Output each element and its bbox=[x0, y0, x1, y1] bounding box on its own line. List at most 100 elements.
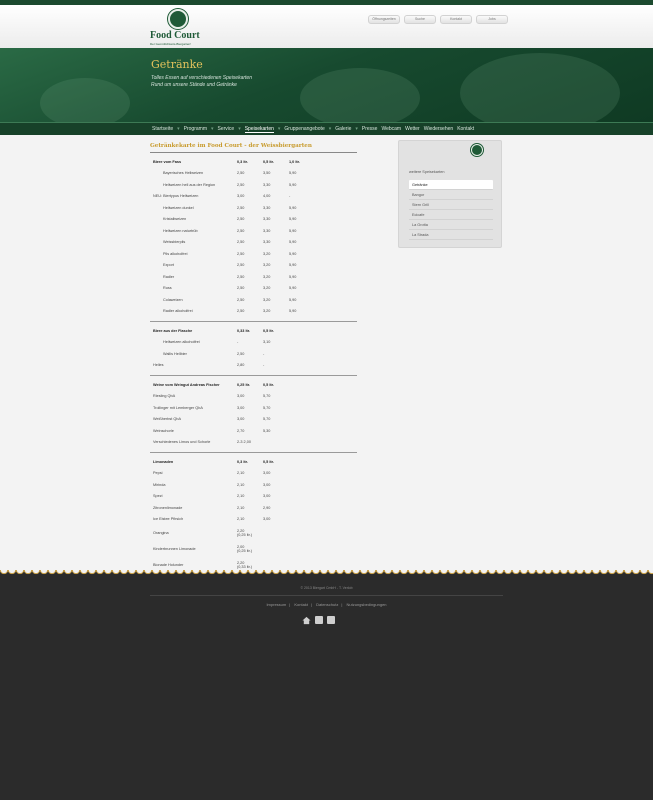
item-price: 3,10 bbox=[263, 340, 271, 345]
menu-section: Weine vom Weingut Andreas Fischer 0,25 lt… bbox=[150, 376, 357, 453]
item-price: 3,20 bbox=[263, 251, 271, 256]
item-name: Radler bbox=[163, 274, 175, 279]
footer-links: Impressum | Kontakt | Datenschutz | Nutzung… bbox=[266, 602, 387, 607]
item-price: 2,50 bbox=[237, 286, 245, 291]
table-row: Trollinger mit Lemberger QbA 3,00 5,70 bbox=[150, 402, 357, 414]
item-price: 5,90 bbox=[289, 217, 297, 222]
nav-item-gruppenangebote[interactable]: Gruppenangebote bbox=[284, 126, 324, 132]
home-icon[interactable] bbox=[302, 616, 311, 625]
item-price: 5,90 bbox=[289, 228, 297, 233]
contact-button[interactable]: Kontakt bbox=[440, 15, 472, 24]
footer-link-datenschutz[interactable]: Datenschutz bbox=[316, 602, 338, 607]
item-price: 0,5 ltr. bbox=[263, 159, 274, 164]
item-name: Weißherbst QbA bbox=[153, 417, 181, 422]
item-price: 0,33 ltr. bbox=[237, 328, 251, 333]
item-price: 5,30 bbox=[263, 428, 271, 433]
sidebar-item-bangor[interactable]: Bangor bbox=[409, 190, 493, 200]
footer-link-impressum[interactable]: Impressum bbox=[266, 602, 286, 607]
table-row: Pepsi 2,10 3,00 bbox=[150, 468, 357, 480]
item-price: 3,20 bbox=[263, 309, 271, 314]
sidebar-item-la-strada[interactable]: La Strada bbox=[409, 230, 493, 240]
nav-dropdown-icon: ▾ bbox=[238, 126, 241, 132]
section-header: Limonaden 0,3 ltr. 0,5 ltr. bbox=[150, 456, 357, 468]
item-name: Mirinda bbox=[153, 482, 166, 487]
section-header: Biere aus der Flasche 0,33 ltr. 0,5 ltr. bbox=[150, 325, 357, 337]
search-button[interactable]: Suche bbox=[404, 15, 436, 24]
table-row: Russ 2,50 3,20 5,90 bbox=[150, 283, 357, 295]
item-price: 2,80 bbox=[237, 363, 245, 368]
menu-section: Biere vom Fass 0,3 ltr. 0,5 ltr. 1,0 ltr. Ba… bbox=[150, 153, 357, 322]
item-name: Ice Eistee Pfirsich bbox=[153, 517, 184, 522]
hero-background-shape bbox=[460, 53, 620, 122]
item-price: 5,90 bbox=[289, 297, 297, 302]
footer-link-kontakt[interactable]: Kontakt bbox=[294, 602, 308, 607]
section-header: Weine vom Weingut Andreas Fischer 0,25 lt… bbox=[150, 379, 357, 391]
table-row: Mirinda 2,10 3,00 bbox=[150, 479, 357, 491]
sidebar-item-getraenke[interactable]: Getränke bbox=[409, 180, 493, 190]
item-price: 3,20 bbox=[263, 297, 271, 302]
footer-link-nutzungsbedingungen[interactable]: Nutzungsbedingungen bbox=[347, 602, 387, 607]
nav-item-programm[interactable]: Programm bbox=[184, 126, 207, 132]
nav-item-wiedersehen[interactable]: Wiedersehen bbox=[424, 126, 453, 132]
item-name: Helles bbox=[153, 363, 164, 368]
item-price: 3,20 bbox=[263, 286, 271, 291]
site-logo[interactable]: Food Court Der Gemütlichkeits-Biergarten… bbox=[150, 9, 212, 47]
sidebar-menu-box: weitere Speisekarten Getränke Bangor Ste… bbox=[398, 140, 502, 248]
nav-item-galerie[interactable]: Galerie bbox=[335, 126, 351, 132]
rss-icon[interactable] bbox=[315, 616, 323, 624]
item-name: Orangina bbox=[153, 531, 169, 535]
item-price: 0,5 ltr. bbox=[263, 459, 274, 464]
site-header: Food Court Der Gemütlichkeits-Biergarten… bbox=[0, 5, 653, 48]
hero-banner: Getränke Tolles Essen auf verschiedenen … bbox=[0, 48, 653, 122]
item-price: 2,10 bbox=[237, 505, 245, 510]
item-price: 2,10 bbox=[237, 471, 245, 476]
hero-background-shape bbox=[40, 78, 130, 122]
opening-hours-button[interactable]: Öffnungszeiten bbox=[368, 15, 400, 24]
item-price: 5,90 bbox=[289, 309, 297, 314]
item-price: 2,10 bbox=[237, 517, 245, 522]
item-name: Weine vom Weingut Andreas Fischer bbox=[153, 382, 220, 387]
nav-dropdown-icon: ▾ bbox=[277, 126, 281, 132]
nav-item-wetter[interactable]: Wetter bbox=[405, 126, 420, 132]
item-name: Zitronenlimonade bbox=[153, 505, 183, 510]
top-buttons: Öffnungszeiten Suche Kontakt Jobs bbox=[368, 15, 508, 24]
item-price: 5,70 bbox=[263, 405, 271, 410]
table-row: Weinschorle 2,70 5,30 bbox=[150, 425, 357, 437]
hero-subtitle-1: Tolles Essen auf verschiedenen Speisekar… bbox=[151, 75, 252, 81]
jobs-button[interactable]: Jobs bbox=[476, 15, 508, 24]
nav-item-kontakt[interactable]: Kontakt bbox=[457, 126, 474, 132]
nav-item-webcam[interactable]: Webcam bbox=[381, 126, 401, 132]
item-price: 3,00 bbox=[263, 482, 271, 487]
menu-section: Limonaden 0,3 ltr. 0,5 ltr. Pepsi 2,10 3,00 Mi… bbox=[150, 453, 357, 578]
item-name: Hellweizen hell aus der Region bbox=[163, 182, 216, 187]
item-name: Weinschorle bbox=[153, 428, 174, 433]
mobile-icon[interactable] bbox=[327, 616, 335, 624]
item-price: 3,00 bbox=[237, 405, 245, 410]
main-nav: Startseite ▾ Programm ▾ Service ▾ Speise… bbox=[0, 122, 653, 135]
nav-item-presse[interactable]: Presse bbox=[362, 126, 378, 132]
item-price: 2,50 bbox=[237, 217, 245, 222]
item-price: 2,50 bbox=[237, 309, 245, 314]
table-row: Export 2,50 3,20 5,90 bbox=[150, 260, 357, 272]
footer-scallop-border bbox=[0, 570, 653, 578]
site-footer: © 2013 Biergart CmbH - T. Verlob Impress… bbox=[0, 578, 653, 800]
item-price: 2,50 bbox=[237, 351, 245, 356]
nav-item-startseite[interactable]: Startseite bbox=[152, 126, 173, 132]
table-row: Hellweizen dunkel 2,50 3,30 5,90 bbox=[150, 202, 357, 214]
nav-item-service[interactable]: Service bbox=[218, 126, 235, 132]
table-row: Radler alkoholfrei 2,50 3,20 5,90 bbox=[150, 306, 357, 318]
item-name: Bionade Holunder bbox=[153, 563, 184, 567]
item-price: 5,70 bbox=[263, 394, 271, 399]
item-price: 2,50 bbox=[237, 240, 245, 245]
table-row: Radler 2,50 3,20 5,90 bbox=[150, 271, 357, 283]
nav-item-speisekarten[interactable]: Speisekarten bbox=[244, 126, 274, 133]
sidebar-item-stern-grill[interactable]: Stern Grill bbox=[409, 200, 493, 210]
item-price: 2,90 bbox=[263, 505, 271, 510]
item-price: 5,90 bbox=[289, 274, 297, 279]
item-name: Colaweizen bbox=[163, 297, 183, 302]
item-price: 3,30 bbox=[263, 205, 271, 210]
sidebar-emblem-icon bbox=[471, 144, 483, 156]
sidebar-item-la-grotta[interactable]: La Grotta bbox=[409, 220, 493, 230]
sidebar-item-ecicafe[interactable]: Ecicafe bbox=[409, 210, 493, 220]
item-price: 2,50 bbox=[237, 205, 245, 210]
